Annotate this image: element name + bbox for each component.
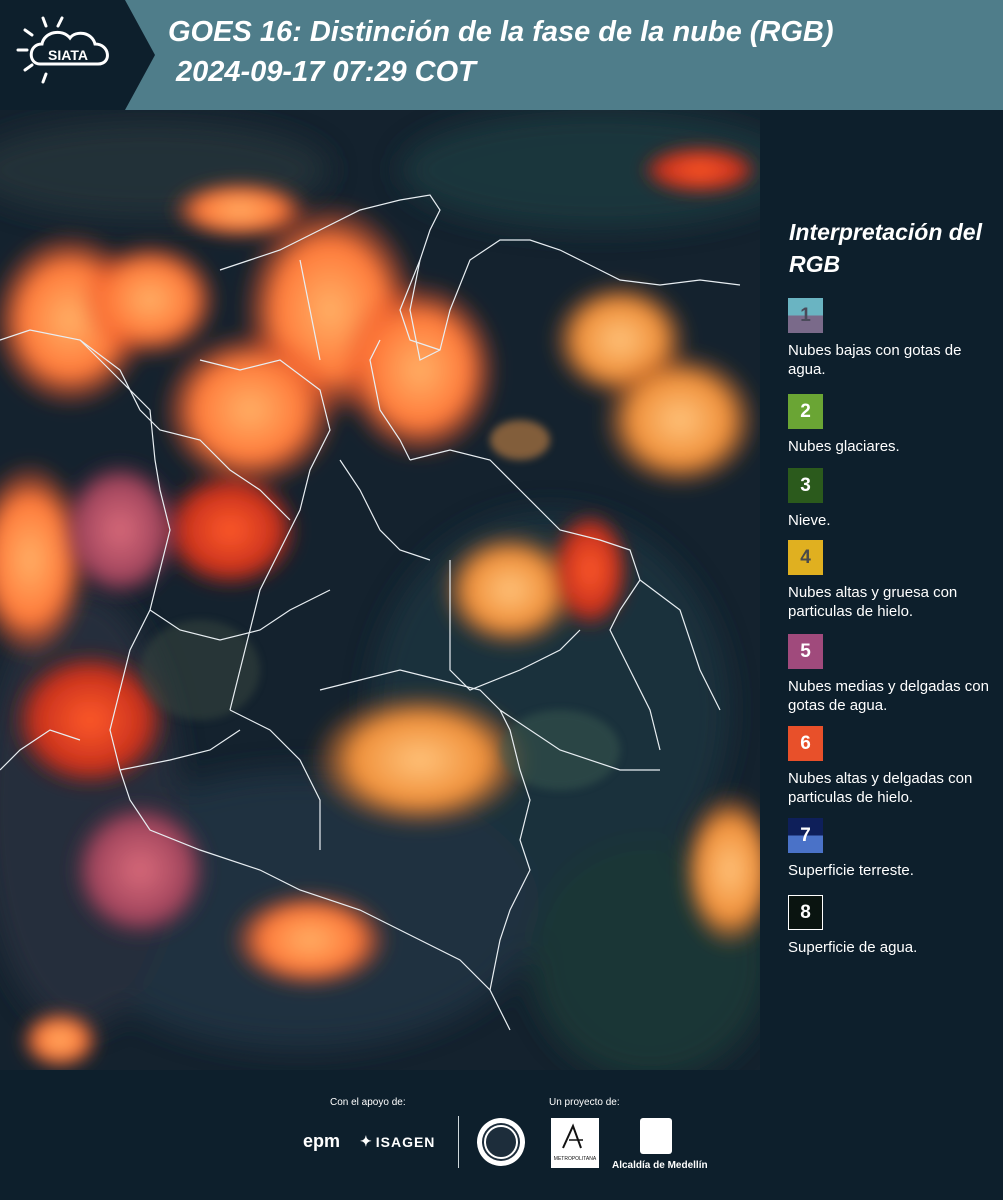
legend-number: 3 [800, 474, 811, 496]
project-label: Un proyecto de: [549, 1097, 620, 1108]
area-logo-label: METROPOLITANA [554, 1156, 597, 1162]
university-seal-icon [477, 1118, 525, 1166]
legend-swatch-8: 8 [788, 895, 823, 930]
legend-label: Nubes altas y delgadas con particulas de… [788, 770, 973, 806]
legend-item-3: 3 Nieve. [788, 468, 1000, 530]
legend-swatch-4: 4 [788, 540, 823, 575]
legend-number: 8 [800, 901, 811, 923]
epm-logo: epm [303, 1131, 341, 1151]
legend-number: 4 [800, 546, 811, 568]
legend-swatch-3: 3 [788, 468, 823, 503]
legend-panel: Interpretación del RGB 1 Nubes bajas con… [760, 110, 1003, 1070]
area-metropolitana-logo: METROPOLITANA [551, 1118, 599, 1168]
legend-label: Nieve. [788, 512, 831, 529]
support-label: Con el apoyo de: [330, 1097, 406, 1108]
page-title: GOES 16: Distinción de la fase de la nub… [168, 16, 834, 48]
legend-number: 7 [800, 824, 811, 846]
legend-item-2: 2 Nubes glaciares. [788, 394, 1000, 456]
legend-item-7: 7 Superficie terreste. [788, 818, 1000, 880]
legend-swatch-2: 2 [788, 394, 823, 429]
legend-item-4: 4 Nubes altas y gruesa con particulas de… [788, 540, 1000, 621]
legend-label: Superficie de agua. [788, 939, 918, 956]
legend-item-5: 5 Nubes medias y delgadas con gotas de a… [788, 634, 1000, 715]
legend-label: Superficie terreste. [788, 862, 914, 879]
satellite-map [0, 110, 760, 1070]
isagen-logo: ✦ ISAGEN [360, 1133, 435, 1150]
legend-swatch-5: 5 [788, 634, 823, 669]
isagen-mark-icon: ✦ [360, 1133, 373, 1149]
page-timestamp: 2024-09-17 07:29 COT [176, 56, 476, 88]
legend-item-6: 6 Nubes altas y delgadas con particulas … [788, 726, 1000, 807]
legend-swatch-7: 7 [788, 818, 823, 853]
legend-swatch-6: 6 [788, 726, 823, 761]
logo-text: SIATA [48, 47, 88, 63]
legend-number: 2 [800, 400, 811, 422]
siata-logo: SIATA [0, 0, 155, 110]
legend-item-8: 8 Superficie de agua. [788, 895, 1000, 957]
alcaldia-label: Alcaldía de Medellín [612, 1160, 708, 1171]
legend-item-1: 1 Nubes bajas con gotas de agua. [788, 298, 1000, 379]
legend-label: Nubes glaciares. [788, 438, 900, 455]
legend-number: 1 [800, 304, 811, 326]
legend-number: 5 [800, 640, 811, 662]
footer: Con el apoyo de: Un proyecto de: epm ✦ I… [0, 1070, 1003, 1200]
legend-label: Nubes medias y delgadas con gotas de agu… [788, 678, 989, 714]
legend-title: Interpretación del RGB [789, 219, 982, 277]
header-bar: SIATA GOES 16: Distinción de la fase de … [0, 0, 1003, 110]
legend-swatch-1: 1 [788, 298, 823, 333]
legend-number: 6 [800, 732, 811, 754]
legend-label: Nubes bajas con gotas de agua. [788, 342, 962, 378]
footer-divider [458, 1116, 459, 1168]
alcaldia-shield-icon [640, 1118, 672, 1154]
legend-label: Nubes altas y gruesa con particulas de h… [788, 584, 958, 620]
isagen-label: ISAGEN [375, 1133, 436, 1150]
